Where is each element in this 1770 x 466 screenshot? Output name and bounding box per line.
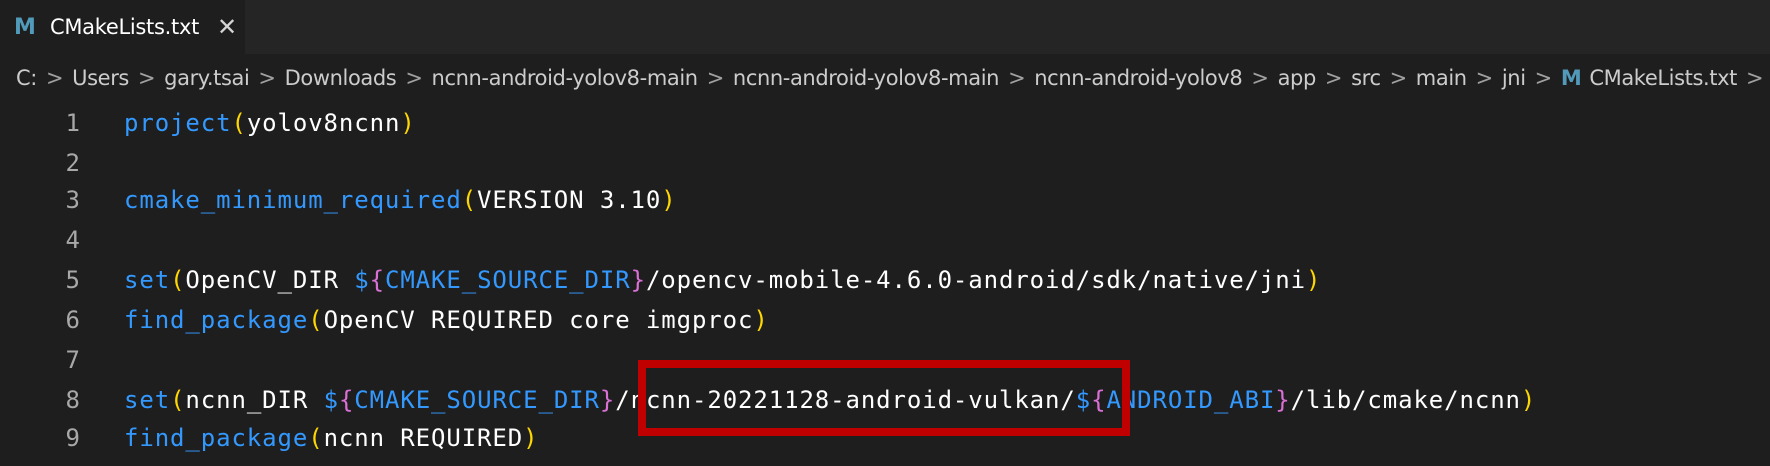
chevron-right-icon: > <box>405 66 423 90</box>
line-code: project(yolov8ncnn) <box>124 103 416 143</box>
code-token: VERSION 3.10 <box>477 186 662 214</box>
code-token: ) <box>1305 266 1322 294</box>
code-token: ncnn_DIR <box>185 386 324 414</box>
code-token: CMAKE_SOURCE_DIR <box>354 386 600 414</box>
tab-cmakelists[interactable]: M CMakeLists.txt ✕ <box>0 0 245 54</box>
code-token: ( <box>170 386 186 414</box>
code-token: find_package <box>124 424 309 452</box>
breadcrumb-item[interactable]: ncnn-android-yolov8-main <box>432 66 699 90</box>
code-token: ) <box>400 109 416 137</box>
code-token: find_package <box>124 306 309 334</box>
chevron-right-icon: > <box>1389 66 1408 90</box>
line-number: 5 <box>65 266 80 294</box>
chevron-right-icon: > <box>45 66 64 90</box>
code-token: yolov8ncnn <box>246 109 401 137</box>
code-token: ( <box>308 306 324 334</box>
breadcrumb-item[interactable]: ncnn-android-yolov8-main <box>733 66 1000 90</box>
breadcrumb-item[interactable]: src <box>1351 66 1381 90</box>
line-code: set(OpenCV_DIR ${CMAKE_SOURCE_DIR}/openc… <box>124 260 1321 300</box>
breadcrumb: C: > Users > gary.tsai > Downloads > ncnn-androi… <box>0 58 1770 98</box>
breadcrumb-item[interactable]: main <box>1416 66 1467 90</box>
code-token: cmake_minimum_required <box>124 186 462 214</box>
code-token: { <box>338 386 355 414</box>
code-token: ( <box>231 109 247 137</box>
code-line[interactable]: 5 set(OpenCV_DIR ${CMAKE_SOURCE_DIR}/open… <box>0 260 1770 300</box>
line-code: find_package(ncnn REQUIRED) <box>124 418 538 458</box>
line-code: find_package(OpenCV REQUIRED core imgpro… <box>124 300 769 340</box>
markdown-file-icon: M <box>1560 66 1582 90</box>
code-token: } <box>1275 386 1291 414</box>
code-token: ) <box>1520 386 1537 414</box>
breadcrumb-item[interactable]: C: <box>16 66 37 90</box>
code-token: } <box>599 386 616 414</box>
code-token: project <box>124 109 232 137</box>
code-token: ANDROID_ABI <box>1106 386 1276 414</box>
breadcrumb-item[interactable]: ncnn-android-yolov8 <box>1034 66 1243 90</box>
code-token: /opencv-mobile-4.6.0-android/sdk/native/… <box>645 266 1306 294</box>
code-token: { <box>369 266 385 294</box>
line-number: 1 <box>65 109 80 137</box>
code-token: ( <box>170 266 186 294</box>
chevron-right-icon: > <box>1324 66 1343 90</box>
line-number: 8 <box>65 386 80 414</box>
code-token: set <box>124 386 171 414</box>
breadcrumb-file[interactable]: CMakeLists.txt <box>1589 66 1737 90</box>
chevron-right-icon: > <box>137 66 156 90</box>
code-token: ncnn REQUIRED <box>323 424 524 452</box>
line-number: 2 <box>65 149 80 177</box>
code-line[interactable]: 3 cmake_minimum_required(VERSION 3.10) <box>0 180 1770 220</box>
markdown-file-icon: M <box>14 14 36 40</box>
code-token: ) <box>661 186 677 214</box>
code-token: ( <box>308 424 324 452</box>
highlight-box <box>638 360 1130 436</box>
chevron-right-icon: > <box>1251 66 1269 90</box>
line-number: 4 <box>65 226 80 254</box>
chevron-right-icon: > <box>706 66 725 90</box>
chevron-right-icon: > <box>1475 66 1494 90</box>
code-token: $ <box>354 266 370 294</box>
code-token: /lib/cmake/ncnn <box>1290 386 1521 414</box>
code-token: set <box>124 266 171 294</box>
code-token: OpenCV REQUIRED core imgproc <box>323 306 754 334</box>
breadcrumb-item[interactable]: gary.tsai <box>164 66 250 90</box>
line-number: 9 <box>65 424 80 452</box>
chevron-right-icon: > <box>1534 66 1553 90</box>
breadcrumb-item[interactable]: Downloads <box>285 66 397 90</box>
code-line[interactable]: 2 <box>0 143 1770 183</box>
chevron-right-icon: > <box>1745 66 1764 90</box>
chevron-right-icon: > <box>258 66 276 90</box>
chevron-right-icon: > <box>1008 66 1026 90</box>
breadcrumb-item[interactable]: app <box>1278 66 1317 90</box>
code-line[interactable]: 4 <box>0 220 1770 260</box>
code-token: CMAKE_SOURCE_DIR <box>384 266 631 294</box>
code-line[interactable]: 6 find_package(OpenCV REQUIRED core imgpr… <box>0 300 1770 340</box>
line-code: cmake_minimum_required(VERSION 3.10) <box>124 180 677 220</box>
tab-bar: M CMakeLists.txt ✕ <box>0 0 1770 54</box>
line-number: 3 <box>65 186 80 214</box>
code-token: ) <box>753 306 769 334</box>
code-token: } <box>630 266 646 294</box>
line-number: 6 <box>65 306 80 334</box>
breadcrumb-item[interactable]: jni <box>1502 66 1526 90</box>
code-token: OpenCV_DIR <box>185 266 355 294</box>
code-token: ( <box>461 186 478 214</box>
code-token: ) <box>523 424 539 452</box>
tab-title: CMakeLists.txt <box>50 15 200 39</box>
breadcrumb-item[interactable]: Users <box>72 66 129 90</box>
code-line[interactable]: 1 project(yolov8ncnn) <box>0 103 1770 143</box>
line-number: 7 <box>65 346 80 374</box>
close-icon[interactable]: ✕ <box>217 15 237 39</box>
code-token: $ <box>323 386 339 414</box>
